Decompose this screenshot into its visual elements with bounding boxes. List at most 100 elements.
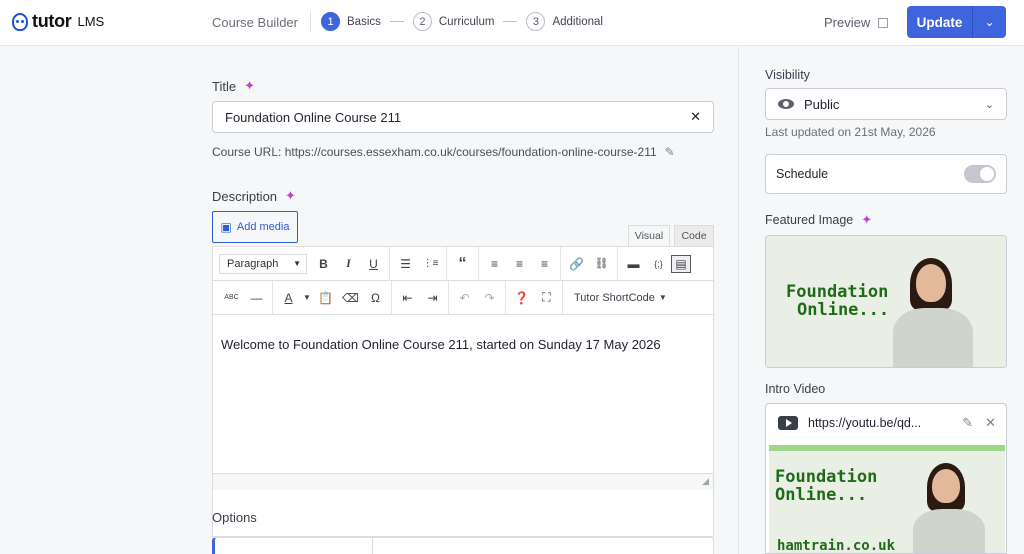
media-icon: ▣ [220, 220, 232, 234]
special-character-icon[interactable]: Ω [363, 286, 388, 310]
featured-image: Foundation Online... [766, 236, 1006, 367]
video-header: https://youtu.be/qd... ✎ ✕ [766, 404, 1006, 442]
tutor-shortcode-dropdown[interactable]: Tutor ShortCode ▼ [566, 292, 675, 304]
toolbar-separator [617, 246, 618, 281]
logo[interactable]: tutor LMS [12, 11, 104, 32]
video-source: https://youtu.be/qd... [778, 416, 921, 430]
ai-sparkle-icon[interactable]: ✦ [244, 78, 255, 94]
add-media-label: Add media [236, 221, 290, 233]
redo-icon[interactable]: ↷ [477, 286, 502, 310]
logo-sub: LMS [77, 14, 105, 29]
edit-icon[interactable]: ✎ [962, 415, 973, 431]
video-text-line-2: Online... [775, 484, 868, 505]
step-number: 3 [526, 12, 546, 31]
options-label: Options [212, 510, 257, 525]
align-center-icon[interactable]: ≡ [507, 252, 532, 276]
step-curriculum[interactable]: 2 Curriculum [412, 12, 494, 31]
editor-status-bar: ◢ [213, 473, 713, 490]
chevron-down-icon: ⌄ [984, 15, 995, 29]
paragraph-select-value: Paragraph [227, 257, 279, 270]
paste-text-icon[interactable]: 📋 [313, 286, 338, 310]
tab-visual[interactable]: Visual [628, 225, 670, 246]
update-dropdown-toggle[interactable]: ⌄ [973, 6, 1006, 38]
step-connector [389, 21, 404, 22]
code-braces-icon[interactable]: {;} [646, 252, 671, 276]
underline-button[interactable]: U [361, 252, 386, 276]
options-label-row: Options [212, 510, 257, 525]
chevron-down-icon: ⌄ [984, 98, 994, 111]
featured-image-text: Foundation Online... [786, 283, 889, 320]
read-more-icon[interactable]: ▬ [621, 252, 646, 276]
numbered-list-icon[interactable]: ⋮≡ [418, 252, 443, 276]
course-url-row: Course URL: https://courses.essexham.co.… [212, 145, 675, 159]
ai-sparkle-icon[interactable]: ✦ [861, 212, 872, 228]
video-thumb-title: Foundation Online... [775, 468, 877, 505]
bold-button[interactable]: B [311, 252, 336, 276]
description-label: Description [212, 188, 278, 204]
help-icon[interactable]: ❓ [509, 286, 534, 310]
caret-down-icon: ▼ [658, 293, 667, 302]
toolbar-separator [446, 246, 447, 281]
external-link-icon [878, 17, 889, 28]
text-color-icon[interactable]: A [276, 286, 301, 310]
toolbar-separator [272, 280, 273, 315]
last-updated: Last updated on 21st May, 2026 [765, 125, 936, 139]
sidebar: Visibility Public ⌄ Last updated on 21st… [738, 47, 1024, 554]
blockquote-icon[interactable]: “ [450, 252, 475, 276]
photo-face [932, 469, 960, 503]
preview-link[interactable]: Preview [824, 15, 889, 30]
photo-face [916, 264, 946, 302]
intro-video-label-row: Intro Video [765, 382, 825, 396]
schedule-toggle[interactable] [964, 165, 996, 183]
undo-icon[interactable]: ↶ [452, 286, 477, 310]
tab-code[interactable]: Code [674, 225, 714, 246]
schedule-label: Schedule [776, 167, 829, 181]
indent-icon[interactable]: ⇥ [420, 286, 445, 310]
update-button-group: Update ⌄ [907, 6, 1006, 38]
italic-button[interactable]: I [336, 252, 361, 276]
video-thumbnail[interactable]: Foundation Online... hamtrain.co.uk [769, 451, 1005, 553]
step-connector [503, 21, 518, 22]
intro-video-card: https://youtu.be/qd... ✎ ✕ Foundation On… [765, 403, 1007, 554]
align-right-icon[interactable]: ≡ [532, 252, 557, 276]
resize-handle-icon[interactable]: ◢ [702, 476, 709, 487]
fullscreen-icon[interactable]: ⛶ [534, 286, 559, 310]
outdent-icon[interactable]: ⇤ [395, 286, 420, 310]
toolbar-toggle-icon[interactable]: ▤ [671, 254, 691, 273]
schedule-row: Schedule [765, 154, 1007, 194]
caret-down-icon[interactable]: ▼ [301, 286, 313, 310]
video-url: https://youtu.be/qd... [808, 416, 922, 430]
ai-sparkle-icon[interactable]: ✦ [285, 188, 296, 204]
title-input[interactable]: Foundation Online Course 211 ✕ [212, 101, 714, 133]
presenter-photo [888, 250, 998, 367]
featured-image-card[interactable]: Foundation Online... [765, 235, 1007, 368]
video-presenter-photo [909, 457, 1004, 553]
step-additional[interactable]: 3 Additional [526, 12, 603, 31]
bullet-list-icon[interactable]: ☰ [393, 252, 418, 276]
step-basics[interactable]: 1 Basics [321, 12, 381, 31]
align-left-icon[interactable]: ≡ [482, 252, 507, 276]
visibility-select[interactable]: Public ⌄ [765, 88, 1007, 120]
featured-image-label: Featured Image [765, 213, 854, 227]
featured-image-label-row: Featured Image ✦ [765, 212, 872, 228]
unlink-icon[interactable]: ⛓ [589, 252, 614, 276]
editor-content-area[interactable]: Welcome to Foundation Online Course 211,… [213, 315, 713, 473]
description-label-row: Description ✦ [212, 188, 296, 204]
add-media-button[interactable]: ▣ Add media [212, 211, 298, 243]
options-panel [212, 537, 714, 554]
options-divider [372, 538, 373, 554]
visibility-selected: Public [778, 97, 839, 112]
horizontal-line-icon[interactable]: — [244, 286, 269, 310]
link-icon[interactable]: 🔗 [564, 252, 589, 276]
step-nav: 1 Basics 2 Curriculum 3 Additional [321, 12, 603, 31]
toolbar-separator [389, 246, 390, 281]
close-icon[interactable]: ✕ [985, 415, 996, 431]
paragraph-select[interactable]: Paragraph ▼ [219, 253, 307, 274]
edit-icon[interactable]: ✎ [665, 145, 675, 159]
update-button[interactable]: Update [907, 6, 973, 38]
clear-formatting-icon[interactable]: ⌫ [338, 286, 363, 310]
preview-label: Preview [824, 15, 871, 30]
strikethrough-icon[interactable]: ABC [219, 286, 244, 310]
clear-icon[interactable]: ✕ [690, 109, 701, 125]
visibility-value: Public [804, 96, 840, 112]
